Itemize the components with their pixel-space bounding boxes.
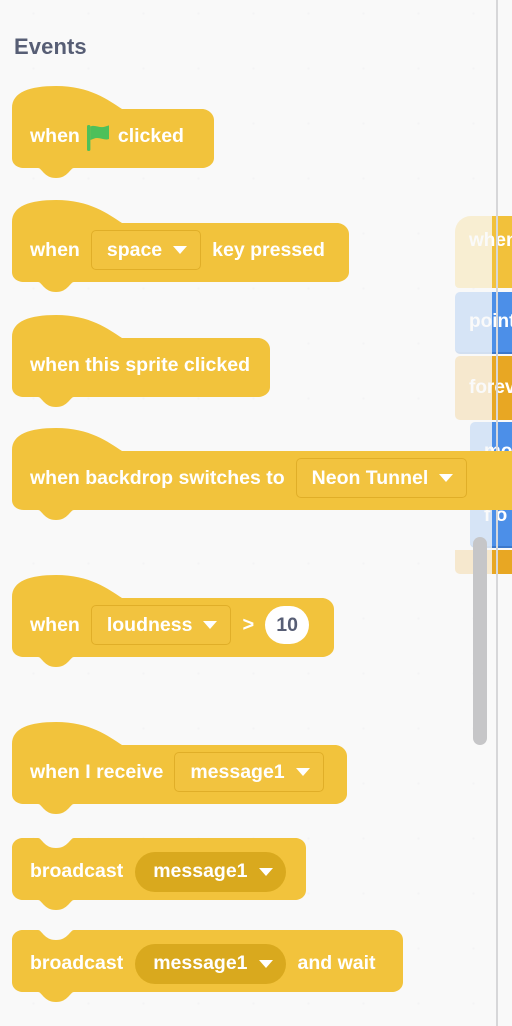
message-dropdown[interactable]: message1 bbox=[174, 752, 324, 792]
block-broadcast[interactable]: broadcast message1 bbox=[12, 838, 306, 910]
chevron-down-icon bbox=[295, 768, 310, 776]
broadcast-message-dropdown[interactable]: message1 bbox=[135, 851, 286, 892]
block-text: when bbox=[30, 124, 80, 147]
key-dropdown[interactable]: space bbox=[90, 230, 202, 270]
dropdown-value: message1 bbox=[153, 860, 248, 882]
block-when-this-sprite-clicked[interactable]: when this sprite clicked bbox=[12, 315, 270, 407]
block-when-flag-clicked[interactable]: when clicked bbox=[12, 86, 214, 178]
threshold-input[interactable]: 10 bbox=[265, 606, 310, 644]
block-text: broadcast bbox=[30, 860, 124, 882]
block-text: clicked bbox=[117, 124, 184, 147]
chevron-down-icon bbox=[258, 959, 273, 968]
block-when-backdrop-switches-to[interactable]: when backdrop switches to Neon Tunnel bbox=[12, 428, 512, 520]
vertical-scrollbar[interactable] bbox=[473, 537, 487, 745]
dropdown-value: Neon Tunnel bbox=[311, 466, 429, 489]
chevron-down-icon bbox=[173, 246, 188, 254]
block-text: when bbox=[30, 613, 80, 636]
backdrop-dropdown[interactable]: Neon Tunnel bbox=[295, 458, 468, 498]
block-text: broadcast bbox=[30, 952, 124, 974]
block-text: when backdrop switches to bbox=[30, 466, 285, 489]
loudness-dropdown[interactable]: loudness bbox=[90, 605, 232, 645]
broadcast-message-dropdown[interactable]: message1 bbox=[135, 943, 286, 984]
block-text: when this sprite clicked bbox=[30, 353, 250, 376]
dropdown-value: message1 bbox=[190, 760, 285, 783]
block-text: key pressed bbox=[212, 238, 325, 261]
chevron-down-icon bbox=[203, 621, 218, 629]
block-text: when bbox=[30, 238, 80, 261]
block-text: when I receive bbox=[30, 760, 164, 783]
block-when-i-receive[interactable]: when I receive message1 bbox=[12, 722, 347, 814]
palette-category-title: Events bbox=[14, 34, 87, 59]
block-when-key-pressed[interactable]: when space key pressed bbox=[12, 200, 349, 292]
chevron-down-icon bbox=[439, 474, 454, 482]
dropdown-value: space bbox=[106, 238, 163, 261]
comparison-operator: > bbox=[242, 613, 255, 636]
threshold-value: 10 bbox=[276, 613, 298, 636]
green-flag-icon bbox=[86, 125, 111, 151]
block-when-loudness-greater-than[interactable]: when loudness > 10 bbox=[12, 575, 334, 667]
dropdown-value: loudness bbox=[106, 613, 193, 636]
block-text: and wait bbox=[297, 952, 376, 974]
chevron-down-icon bbox=[258, 867, 273, 876]
dropdown-value: message1 bbox=[153, 952, 248, 974]
block-broadcast-and-wait[interactable]: broadcast message1 and wait bbox=[12, 930, 403, 1002]
